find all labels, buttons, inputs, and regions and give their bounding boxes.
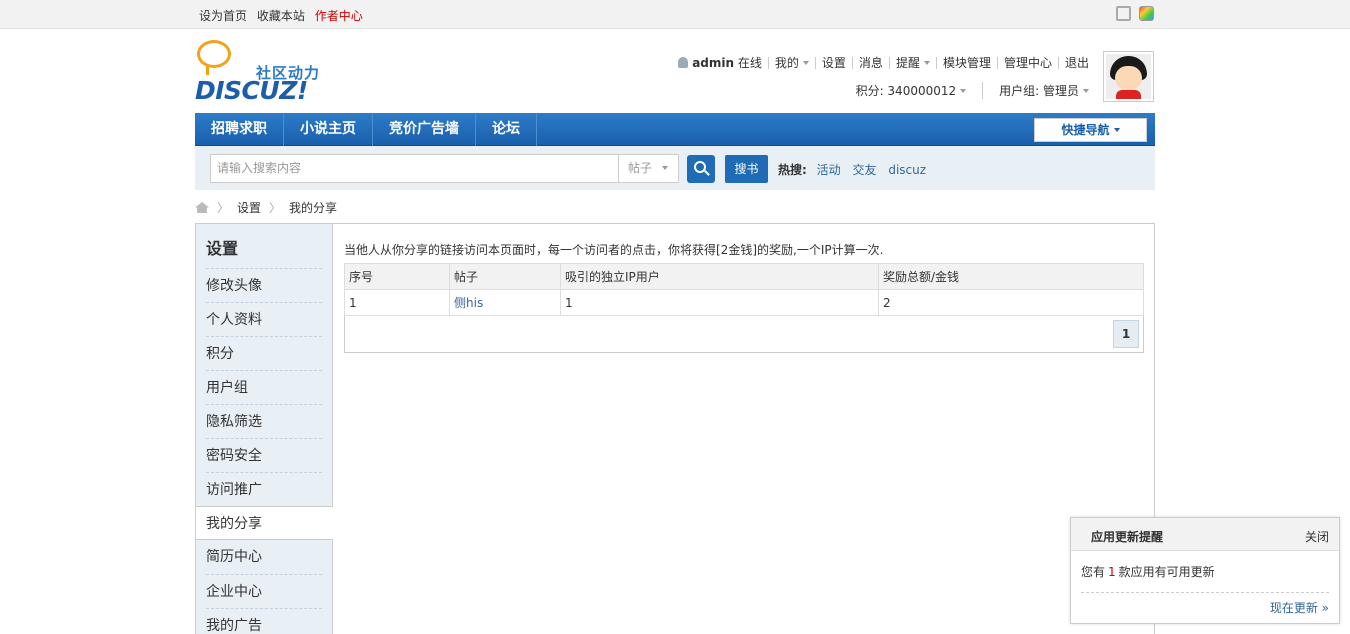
sidebar-item-my-ads[interactable]: 我的广告 <box>206 608 322 634</box>
main-nav: 招聘求职 小说主页 竞价广告墙 论坛 快捷导航 <box>195 113 1155 146</box>
update-now-link[interactable]: 现在更新 » <box>1270 601 1329 615</box>
reminders-menu[interactable]: 提醒 <box>888 56 936 70</box>
col-header: 奖励总额/金钱 <box>878 263 1144 290</box>
admin-center-link[interactable]: 管理中心 <box>996 57 1058 69</box>
online-status: 在线 <box>737 56 762 70</box>
popup-title: 应用更新提醒 <box>1091 530 1164 544</box>
points-menu[interactable]: 积分: 340000012 <box>850 82 973 99</box>
search-type-label: 帖子 <box>628 161 653 175</box>
user-icon <box>678 57 689 68</box>
breadcrumb-separator: 〉 <box>269 201 282 215</box>
chevron-down-icon <box>1113 128 1120 132</box>
hot-term[interactable]: 活动 <box>817 163 841 177</box>
breadcrumb-settings[interactable]: 设置 <box>237 199 261 216</box>
share-table: 序号 帖子 吸引的独立IP用户 奖励总额/金钱 1 侧his 1 2 <box>344 263 1144 316</box>
settings-sidebar: 设置 修改头像 个人资料 积分 用户组 隐私筛选 密码安全 访问推广 我的分享 … <box>196 224 333 634</box>
search-button[interactable] <box>687 155 715 183</box>
top-links: 设为首页 收藏本站 作者中心 <box>199 7 369 24</box>
fullscreen-icon[interactable] <box>1116 6 1131 21</box>
usergroup-label: 用户组: 管理员 <box>999 84 1079 98</box>
bookmark-link[interactable]: 收藏本站 <box>257 9 305 23</box>
search-bar: 请输入搜索内容 帖子 搜书 热搜: 活动 交友 discuz <box>195 146 1155 190</box>
author-center-link[interactable]: 作者中心 <box>315 9 363 23</box>
usergroup-menu[interactable]: 用户组: 管理员 <box>993 82 1095 99</box>
popup-close-button[interactable]: 关闭 <box>1305 528 1329 545</box>
cell-ips: 1 <box>560 289 879 316</box>
search-type-select[interactable]: 帖子 <box>618 154 679 183</box>
nav-item-ad-wall[interactable]: 竞价广告墙 <box>373 113 476 146</box>
username-link[interactable]: admin <box>692 56 734 70</box>
cell-reward: 2 <box>878 289 1144 316</box>
search-book-button[interactable]: 搜书 <box>725 155 768 183</box>
table-row: 1 侧his 1 2 <box>344 289 1144 316</box>
nav-item-jobs[interactable]: 招聘求职 <box>195 113 284 146</box>
module-manage-link[interactable]: 模块管理 <box>935 57 997 69</box>
hot-search: 热搜: 活动 交友 discuz <box>778 161 934 178</box>
my-menu[interactable]: 我的 <box>767 56 815 70</box>
logout-link[interactable]: 退出 <box>1057 57 1095 69</box>
chevron-down-icon <box>1083 89 1089 93</box>
sidebar-item-promotion[interactable]: 访问推广 <box>206 472 322 506</box>
messages-link[interactable]: 消息 <box>851 57 889 69</box>
update-count: 1 <box>1108 565 1116 579</box>
search-input[interactable]: 请输入搜索内容 <box>210 154 619 183</box>
popup-text-pre: 您有 <box>1081 565 1106 579</box>
logo-en-text: DISCUZ! <box>195 76 308 105</box>
nav-item-forum[interactable]: 论坛 <box>476 113 537 146</box>
nav-item-novel[interactable]: 小说主页 <box>284 113 373 146</box>
table-header-row: 序号 帖子 吸引的独立IP用户 奖励总额/金钱 <box>344 263 1144 290</box>
user-bar: admin 在线 我的 设置 消息 提醒 模块管理 管理中心 退出 积分: 34… <box>672 55 1095 99</box>
avatar[interactable] <box>1103 51 1154 102</box>
update-notification-popup: 应用更新提醒 关闭 您有 1 款应用有可用更新 现在更新 » <box>1070 517 1340 624</box>
sidebar-item-my-share[interactable]: 我的分享 <box>196 506 333 540</box>
settings-link[interactable]: 设置 <box>814 57 852 69</box>
popup-text-post: 款应用有可用更新 <box>1118 565 1215 579</box>
col-header: 序号 <box>344 263 450 290</box>
user-status: admin 在线 <box>672 57 768 69</box>
points-label: 积分: 340000012 <box>855 84 957 98</box>
sidebar-item-password[interactable]: 密码安全 <box>206 438 322 472</box>
my-menu-label: 我的 <box>774 56 799 70</box>
share-intro-text: 当他人从你分享的链接访问本页面时，每一个访问者的点击，你将获得[2金钱]的奖励,… <box>344 243 884 257</box>
sidebar-item-privacy[interactable]: 隐私筛选 <box>206 404 322 438</box>
col-header: 吸引的独立IP用户 <box>560 263 879 290</box>
color-theme-icon[interactable] <box>1139 6 1154 21</box>
breadcrumb: 〉 设置 〉 我的分享 <box>195 199 337 216</box>
top-utility-bar: 设为首页 收藏本站 作者中心 <box>0 0 1350 29</box>
hot-search-label: 热搜: <box>778 163 807 177</box>
breadcrumb-separator: 〉 <box>217 201 230 215</box>
cell-post-link[interactable]: 侧his <box>449 289 561 316</box>
top-icons <box>1116 6 1154 21</box>
share-content: 当他人从你分享的链接访问本页面时，每一个访问者的点击，你将获得[2金钱]的奖励,… <box>344 241 1145 353</box>
quick-nav-label: 快捷导航 <box>1061 123 1110 137</box>
chevron-down-icon <box>662 166 669 170</box>
set-home-link[interactable]: 设为首页 <box>199 9 247 23</box>
col-header: 帖子 <box>449 263 561 290</box>
sidebar-item-profile[interactable]: 个人资料 <box>206 302 322 336</box>
divider <box>982 82 984 99</box>
sidebar-item-company[interactable]: 企业中心 <box>206 574 322 608</box>
reminders-label: 提醒 <box>895 56 920 70</box>
sidebar-title: 设置 <box>206 239 239 258</box>
cell-no: 1 <box>344 289 450 316</box>
chevron-down-icon <box>923 61 930 65</box>
quick-nav-button[interactable]: 快捷导航 <box>1034 118 1147 142</box>
page-number-current[interactable]: 1 <box>1113 320 1139 348</box>
sidebar-item-avatar[interactable]: 修改头像 <box>206 268 322 302</box>
home-icon[interactable] <box>195 202 209 213</box>
logo-bubble-icon <box>197 40 231 75</box>
chevron-down-icon <box>960 89 967 93</box>
pagination: 1 <box>344 316 1144 353</box>
hot-term[interactable]: 交友 <box>852 163 876 177</box>
sidebar-item-usergroup[interactable]: 用户组 <box>206 370 322 404</box>
breadcrumb-current: 我的分享 <box>289 201 338 215</box>
main-frame: 设置 修改头像 个人资料 积分 用户组 隐私筛选 密码安全 访问推广 我的分享 … <box>195 223 1155 634</box>
chevron-down-icon <box>802 61 809 65</box>
sidebar-item-resume[interactable]: 简历中心 <box>206 540 322 574</box>
site-logo[interactable]: 社区动力 DISCUZ! <box>195 38 330 108</box>
sidebar-item-points[interactable]: 积分 <box>206 336 322 370</box>
hot-term[interactable]: discuz <box>888 163 926 177</box>
